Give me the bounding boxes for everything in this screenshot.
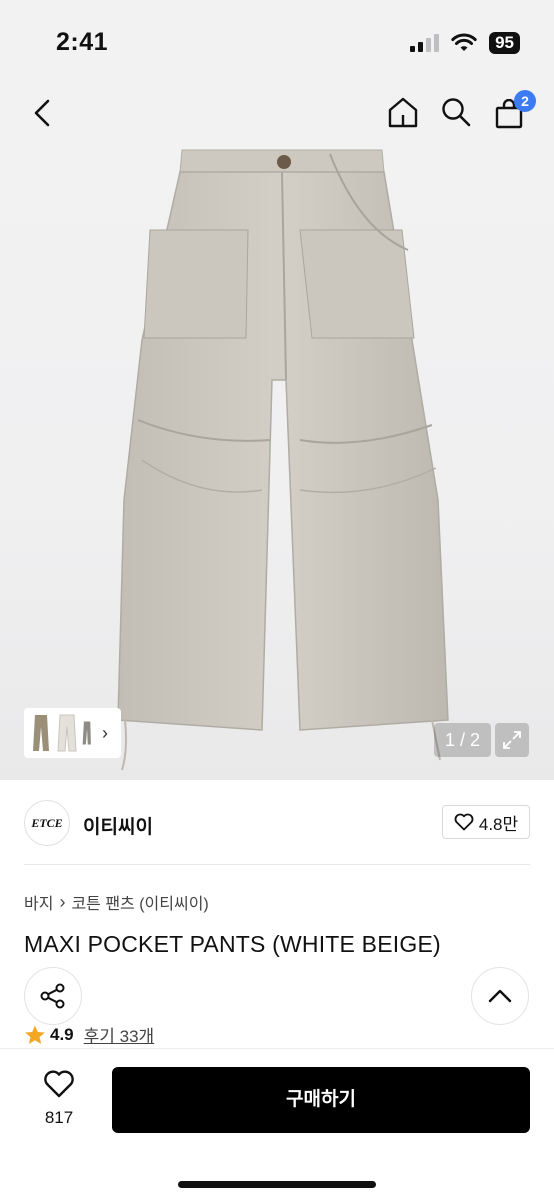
rating-value: 4.9	[50, 1024, 74, 1044]
status-bar: 2:41 95	[0, 0, 554, 80]
brand-name[interactable]: 이티씨이	[83, 812, 153, 839]
share-icon	[40, 983, 65, 1009]
brand-like-button[interactable]: 4.8만	[442, 805, 530, 839]
thumbnail-image[interactable]	[30, 713, 52, 753]
battery-indicator: 95	[489, 32, 520, 54]
home-icon	[388, 97, 418, 128]
expand-button[interactable]	[495, 723, 529, 757]
rating-row: 4.9 후기 33개	[24, 1022, 154, 1047]
breadcrumb-category[interactable]: 바지	[24, 890, 53, 914]
breadcrumb: 바지 › 코튼 팬츠 (이티씨이)	[24, 890, 209, 914]
image-counter: 1 / 2	[434, 723, 491, 757]
buy-button[interactable]: 구매하기	[112, 1067, 530, 1133]
divider	[24, 864, 530, 865]
wishlist-button[interactable]: 817	[30, 1069, 88, 1128]
bottom-action-bar: 817 구매하기	[0, 1048, 554, 1200]
thumbnail-image[interactable]	[56, 713, 78, 753]
back-button[interactable]	[24, 94, 60, 132]
wishlist-count: 817	[44, 1108, 74, 1127]
chevron-up-icon	[488, 989, 512, 1003]
thumbnail-strip[interactable]: ›	[24, 708, 121, 758]
breadcrumb-subcategory[interactable]: 코튼 팬츠 (이티씨이)	[71, 890, 208, 914]
heart-icon	[44, 1070, 74, 1098]
home-indicator	[178, 1181, 376, 1188]
status-icons: 95	[410, 32, 520, 54]
review-link[interactable]: 후기 33개	[84, 1022, 155, 1047]
star-icon	[25, 1025, 45, 1044]
expand-icon	[503, 731, 521, 749]
heart-icon	[454, 813, 474, 831]
thumbnail-image[interactable]	[82, 713, 96, 753]
search-icon	[442, 98, 471, 127]
home-button[interactable]	[385, 94, 421, 130]
brand-logo[interactable]: ETCE	[24, 800, 70, 846]
chevron-left-icon	[34, 99, 50, 127]
scroll-top-button[interactable]	[471, 967, 529, 1025]
brand-like-count: 4.8만	[478, 814, 519, 834]
product-image-gallery[interactable]: 2 › 1 / 2	[0, 80, 554, 780]
search-button[interactable]	[438, 94, 474, 130]
cart-count-badge: 2	[514, 90, 536, 112]
cart-button[interactable]: 2	[492, 90, 536, 130]
chevron-right-icon: ›	[59, 891, 66, 912]
status-time: 2:41	[56, 28, 109, 56]
share-button[interactable]	[24, 967, 82, 1025]
cellular-signal-icon	[410, 34, 440, 52]
chevron-right-icon[interactable]: ›	[102, 723, 108, 744]
wifi-icon	[451, 33, 477, 51]
product-title: MAXI POCKET PANTS (WHITE BEIGE)	[24, 931, 441, 957]
brand-row: ETCE 이티씨이 4.8만	[24, 800, 530, 848]
product-image	[117, 149, 449, 771]
